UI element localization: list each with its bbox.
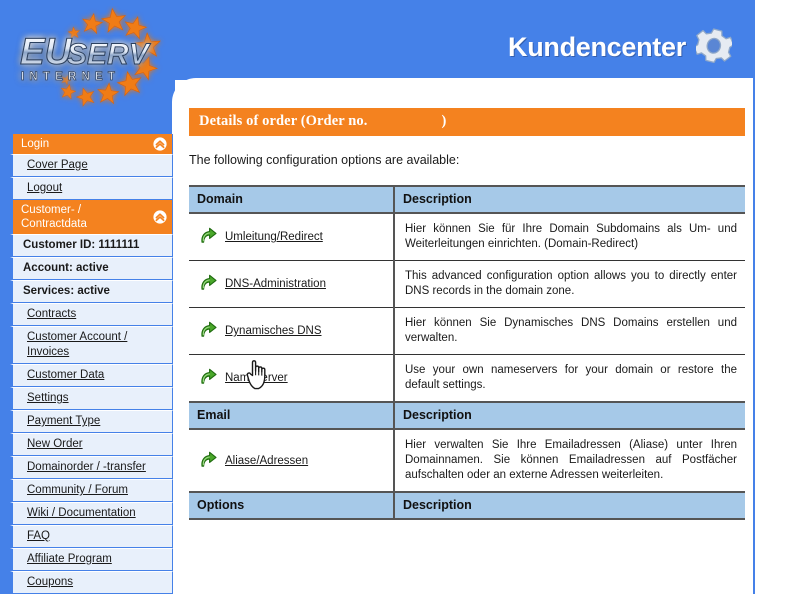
sidebar-item-logout[interactable]: Logout: [10, 177, 173, 200]
table-row[interactable]: Nameserver Use your own nameservers for y…: [189, 354, 745, 403]
right-border-rule: [753, 0, 755, 594]
green-curved-arrow-icon: [199, 450, 218, 472]
svg-text:SERV: SERV: [67, 38, 152, 71]
sidebar-section-header[interactable]: Login: [10, 134, 173, 154]
sidebar-info-label: Customer ID: 1111111: [23, 239, 140, 251]
sidebar-item-label[interactable]: Coupons: [27, 576, 73, 588]
gear-icon: [693, 27, 735, 68]
green-curved-arrow-icon: [199, 273, 218, 295]
sidebar-item-label[interactable]: Affiliate Program: [27, 553, 112, 565]
page-root: EU SERV INTERNET Kundencenter Login Cover…: [0, 0, 800, 594]
option-cell-dns-administration[interactable]: DNS-Administration: [189, 260, 395, 308]
sidebar-item-label[interactable]: New Order: [27, 438, 83, 450]
option-cell-nameserver[interactable]: Nameserver: [189, 354, 395, 403]
sidebar-item-wiki-documentation[interactable]: Wiki / Documentation: [10, 502, 173, 525]
intro-text: The following configuration options are …: [189, 153, 460, 167]
option-link-wrapper[interactable]: Umleitung/Redirect: [197, 226, 323, 248]
table-row[interactable]: Aliase/Adressen Hier verwalten Sie Ihre E…: [189, 429, 745, 493]
table-group-header-row: Options Description: [189, 491, 745, 520]
sidebar-section-title: Login: [21, 138, 50, 150]
option-link-nameserver[interactable]: Nameserver: [225, 372, 288, 384]
sidebar-item-domainorder-transfer[interactable]: Domainorder / -transfer: [10, 456, 173, 479]
option-link-wrapper[interactable]: DNS-Administration: [197, 273, 326, 295]
sidebar-item-label[interactable]: Domainorder / -transfer: [27, 461, 146, 473]
table-row[interactable]: Dynamisches DNS Hier können Sie Dynamisch…: [189, 307, 745, 355]
main-content: Details of order (Order no.) The followi…: [189, 108, 745, 520]
sidebar-item-new-order[interactable]: New Order: [10, 433, 173, 456]
order-title-prefix: Details of order (Order no.: [199, 113, 368, 129]
sidebar-info-customer-id-1111111: Customer ID: 1111111: [10, 234, 173, 257]
option-link-umleitung-redirect[interactable]: Umleitung/Redirect: [225, 231, 323, 243]
euserv-logo[interactable]: EU SERV INTERNET: [8, 6, 176, 110]
green-curved-arrow-icon: [199, 367, 218, 389]
configuration-options-table: Domain Description Umleitung/Redirect Hier …: [189, 185, 745, 520]
sidebar-item-label[interactable]: Settings: [27, 392, 69, 404]
sidebar-item-label[interactable]: Customer Data: [27, 369, 104, 381]
sidebar-item-label[interactable]: Contracts: [27, 308, 76, 320]
option-description: This advanced configuration option allow…: [394, 260, 745, 308]
option-cell-umleitung-redirect[interactable]: Umleitung/Redirect: [189, 213, 395, 261]
sidebar-item-affiliate-program[interactable]: Affiliate Program: [10, 548, 173, 571]
sidebar-item-label[interactable]: Customer Account / Invoices: [27, 331, 127, 358]
sidebar-info-account-active: Account: active: [10, 257, 173, 280]
column-header-options: Options: [189, 491, 395, 520]
option-link-dns-administration[interactable]: DNS-Administration: [225, 278, 326, 290]
option-cell-dynamisches-dns[interactable]: Dynamisches DNS: [189, 307, 395, 355]
sidebar-item-settings[interactable]: Settings: [10, 387, 173, 410]
svg-text:INTERNET: INTERNET: [21, 71, 120, 83]
table-group-header-row: Email Description: [189, 401, 745, 430]
green-curved-arrow-icon: [199, 320, 218, 342]
column-header-description: Description: [394, 401, 745, 430]
option-link-wrapper[interactable]: Dynamisches DNS: [197, 320, 322, 342]
column-header-domain: Domain: [189, 185, 395, 214]
sidebar-item-community-forum[interactable]: Community / Forum: [10, 479, 173, 502]
sidebar-item-label[interactable]: Wiki / Documentation: [27, 507, 136, 519]
sidebar-section-title: Customer- / Contractdata: [21, 204, 87, 230]
sidebar-item-label[interactable]: FAQ: [27, 530, 50, 542]
green-curved-arrow-icon: [199, 226, 218, 248]
sidebar-info-services-active: Services: active: [10, 280, 173, 303]
option-description: Hier verwalten Sie Ihre Emailadressen (A…: [394, 429, 745, 493]
column-header-email: Email: [189, 401, 395, 430]
sidebar-info-label: Account: active: [23, 262, 109, 274]
page-title: Kundencenter: [508, 31, 686, 62]
option-description: Hier können Sie Dynamisches DNS Domains …: [394, 307, 745, 355]
sidebar: Login Cover Page Logout Customer- / Contrac…: [10, 134, 173, 594]
kundencenter-title-group: Kundencenter: [508, 27, 735, 68]
sidebar-item-payment-type[interactable]: Payment Type: [10, 410, 173, 433]
option-link-wrapper[interactable]: Aliase/Adressen: [197, 450, 308, 472]
option-link-dynamisches-dns[interactable]: Dynamisches DNS: [225, 325, 322, 337]
sidebar-info-label: Services: active: [23, 285, 110, 297]
option-description: Hier können Sie für Ihre Domain Subdomai…: [394, 213, 745, 261]
sidebar-item-faq[interactable]: FAQ: [10, 525, 173, 548]
sidebar-item-label[interactable]: Community / Forum: [27, 484, 128, 496]
column-header-description: Description: [394, 185, 745, 214]
table-group-header-row: Domain Description: [189, 185, 745, 214]
order-title-suffix: ): [441, 113, 447, 129]
option-cell-aliase-adressen[interactable]: Aliase/Adressen: [189, 429, 395, 493]
sidebar-item-customer-data[interactable]: Customer Data: [10, 364, 173, 387]
option-description: Use your own nameservers for your domain…: [394, 354, 745, 403]
option-link-wrapper[interactable]: Nameserver: [197, 367, 288, 389]
sidebar-item-label[interactable]: Logout: [27, 182, 62, 194]
svg-text:EU: EU: [20, 31, 73, 72]
table-row[interactable]: DNS-Administration This advanced configur…: [189, 260, 745, 308]
sidebar-item-label[interactable]: Payment Type: [27, 415, 100, 427]
sidebar-item-label[interactable]: Cover Page: [27, 159, 88, 171]
table-row[interactable]: Umleitung/Redirect Hier können Sie für Ih…: [189, 213, 745, 261]
sidebar-item-customer-account-invoices[interactable]: Customer Account / Invoices: [10, 326, 173, 364]
column-header-description: Description: [394, 491, 745, 520]
page-heading-order-details: Details of order (Order no.): [189, 108, 745, 136]
sidebar-section-header[interactable]: Customer- / Contractdata: [10, 200, 173, 234]
option-link-aliase-adressen[interactable]: Aliase/Adressen: [225, 455, 308, 467]
sidebar-item-coupons[interactable]: Coupons: [10, 571, 173, 594]
sidebar-item-cover-page[interactable]: Cover Page: [10, 154, 173, 177]
sidebar-item-contracts[interactable]: Contracts: [10, 303, 173, 326]
